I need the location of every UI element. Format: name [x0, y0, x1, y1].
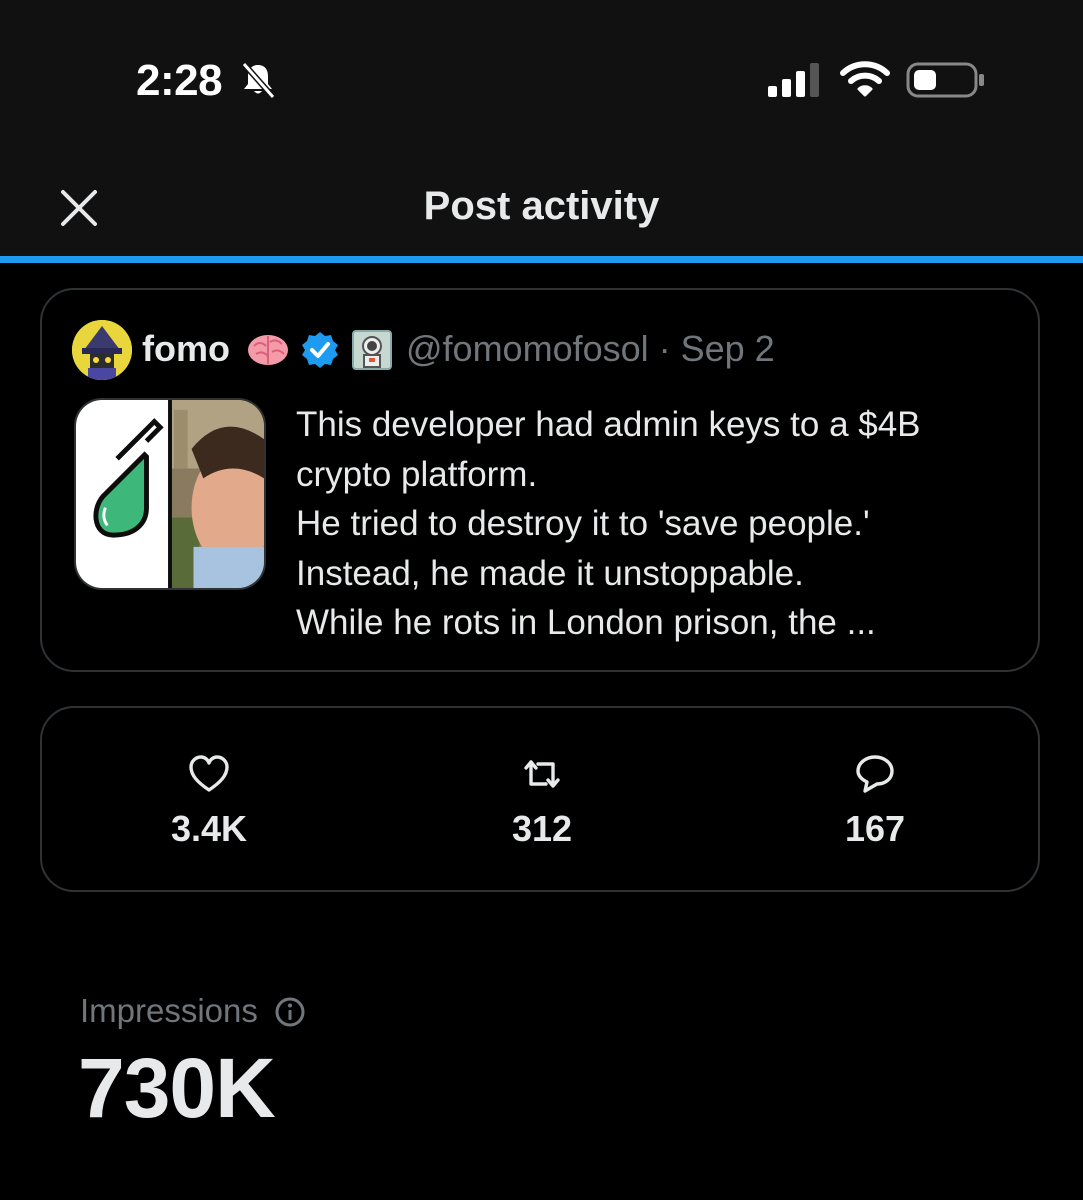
repost-icon: [524, 760, 560, 788]
author-name[interactable]: fomo: [142, 328, 230, 370]
post-text-line: Instead, he made it unstoppable.: [296, 553, 804, 593]
status-bar: 2:28: [0, 0, 1083, 150]
post-card[interactable]: fomo @fomomofosol · Sep 2 This developer…: [40, 288, 1040, 672]
engagement-stats-card: 3.4K 312 167: [40, 706, 1040, 892]
post-text-line: While he rots in London prison, the ...: [296, 603, 876, 642]
post-text: This developer had admin keys to a $4B c…: [296, 400, 996, 648]
header-accent-line: [0, 256, 1083, 263]
impressions-label: Impressions: [80, 992, 258, 1029]
post-thumbnail-image[interactable]: [74, 398, 266, 590]
post-text-line: This developer had admin keys to a $4B: [296, 405, 921, 444]
verified-badge-icon: [302, 332, 338, 368]
likes-stat[interactable]: 3.4K: [42, 708, 376, 892]
signal-icon: [768, 63, 819, 97]
reposts-count: 312: [511, 808, 573, 849]
replies-stat[interactable]: 167: [708, 708, 1042, 892]
battery-icon: [906, 62, 984, 98]
header-bar: Post activity: [0, 150, 1083, 256]
reposts-stat[interactable]: 312: [375, 708, 709, 892]
brain-emoji-icon: [248, 335, 288, 365]
post-text-line: crypto platform.: [296, 454, 538, 494]
impressions-value: 730K: [78, 1041, 276, 1135]
author-handle-date: @fomomofosol · Sep 2: [406, 328, 775, 369]
info-icon[interactable]: [274, 996, 306, 1028]
heart-icon: [189, 755, 229, 792]
likes-count: 3.4K: [170, 808, 248, 849]
page-title: Post activity: [423, 184, 660, 228]
astronaut-emoji-icon: [352, 330, 392, 370]
wifi-icon: [840, 61, 890, 97]
post-text-line: He tried to destroy it to 'save people.': [296, 504, 870, 543]
status-time: 2:28: [136, 56, 223, 105]
bell-slash-icon: [241, 62, 276, 99]
replies-count: 167: [844, 808, 906, 849]
reply-icon: [856, 755, 894, 793]
avatar[interactable]: [72, 320, 132, 380]
